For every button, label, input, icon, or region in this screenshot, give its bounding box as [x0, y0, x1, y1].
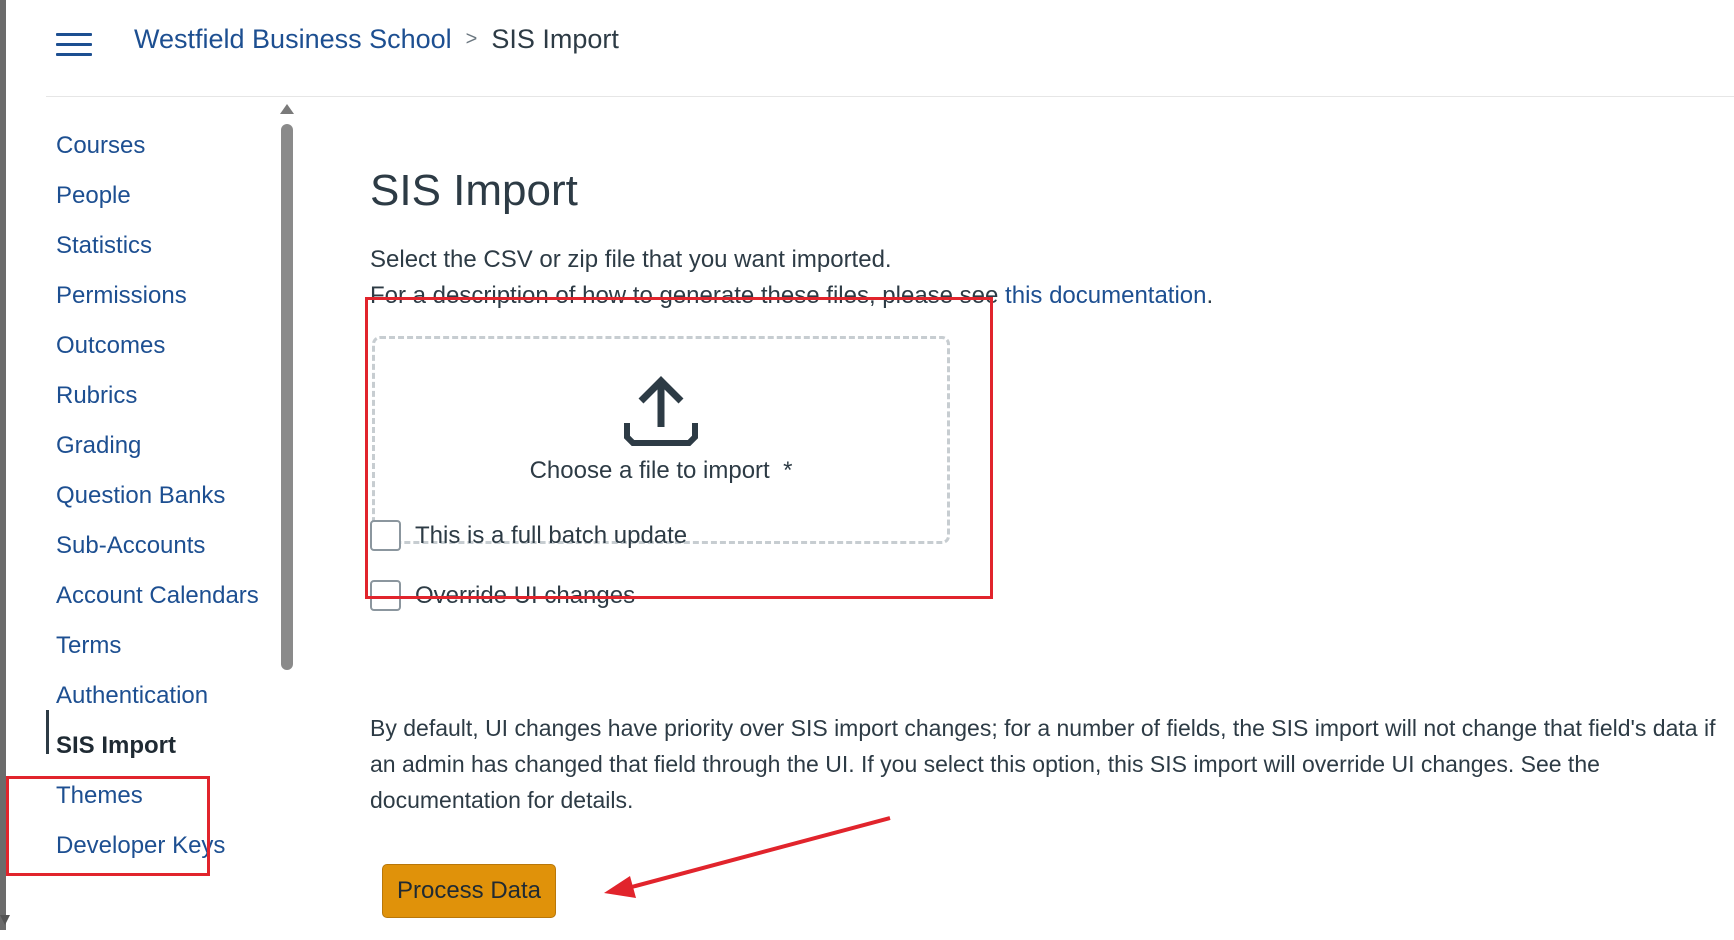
main-content: SIS Import Select the CSV or zip file th…: [370, 96, 1734, 940]
top-header: Westfield Business School > SIS Import: [46, 0, 1734, 97]
full-batch-update-label: This is a full batch update: [415, 521, 688, 549]
sidebar-item-statistics[interactable]: Statistics: [56, 232, 152, 260]
breadcrumb: Westfield Business School > SIS Import: [134, 24, 619, 55]
full-batch-update-option[interactable]: This is a full batch update: [370, 520, 687, 551]
breadcrumb-account-link[interactable]: Westfield Business School: [134, 24, 452, 55]
account-navigation-sidebar: Courses People Statistics Permissions Ou…: [46, 100, 296, 940]
sidebar-scrollbar-thumb[interactable]: [281, 124, 293, 670]
override-ui-changes-checkbox[interactable]: [370, 580, 401, 611]
sidebar-item-account-calendars[interactable]: Account Calendars: [56, 582, 259, 610]
sidebar-item-question-banks[interactable]: Question Banks: [56, 482, 225, 510]
sidebar-item-permissions[interactable]: Permissions: [56, 282, 187, 310]
documentation-note-period: .: [1206, 282, 1214, 309]
breadcrumb-separator-icon: >: [465, 28, 478, 50]
import-instructions: Select the CSV or zip file that you want…: [370, 246, 892, 273]
sidebar-item-themes[interactable]: Themes: [56, 782, 143, 810]
window-left-scrollbar[interactable]: [0, 0, 6, 930]
override-ui-changes-option[interactable]: Override UI changes: [370, 580, 635, 611]
documentation-note: For a description of how to generate the…: [370, 282, 1213, 310]
breadcrumb-current-page: SIS Import: [491, 24, 619, 54]
sidebar-item-terms[interactable]: Terms: [56, 632, 121, 660]
documentation-link[interactable]: this documentation: [1005, 282, 1206, 309]
scroll-down-arrow-icon[interactable]: [0, 915, 10, 925]
full-batch-update-checkbox[interactable]: [370, 520, 401, 551]
sidebar-item-rubrics[interactable]: Rubrics: [56, 382, 137, 410]
file-dropzone[interactable]: Choose a file to import *: [372, 336, 950, 544]
sidebar-item-sub-accounts[interactable]: Sub-Accounts: [56, 532, 205, 560]
sidebar-item-sis-import[interactable]: SIS Import: [56, 732, 176, 760]
override-ui-changes-label: Override UI changes: [415, 581, 636, 609]
sidebar-item-outcomes[interactable]: Outcomes: [56, 332, 165, 360]
hamburger-menu-icon[interactable]: [56, 30, 92, 58]
sidebar-scroll-up-icon[interactable]: [280, 104, 294, 114]
sidebar-item-authentication[interactable]: Authentication: [56, 682, 208, 710]
page-title: SIS Import: [370, 166, 578, 215]
sidebar-item-grading[interactable]: Grading: [56, 432, 141, 460]
documentation-note-text: For a description of how to generate the…: [370, 282, 1006, 309]
active-item-indicator: [46, 710, 49, 754]
sidebar-item-people[interactable]: People: [56, 182, 131, 210]
dropzone-label: Choose a file to import *: [375, 457, 947, 485]
sidebar-item-developer-keys[interactable]: Developer Keys: [56, 832, 225, 860]
upload-icon: [624, 376, 698, 446]
process-data-button[interactable]: Process Data: [382, 864, 556, 918]
choose-file-text: Choose a file to import: [529, 457, 770, 484]
override-help-text: By default, UI changes have priority ove…: [370, 715, 1716, 813]
required-asterisk: *: [783, 457, 793, 484]
sidebar-item-courses[interactable]: Courses: [56, 132, 145, 160]
